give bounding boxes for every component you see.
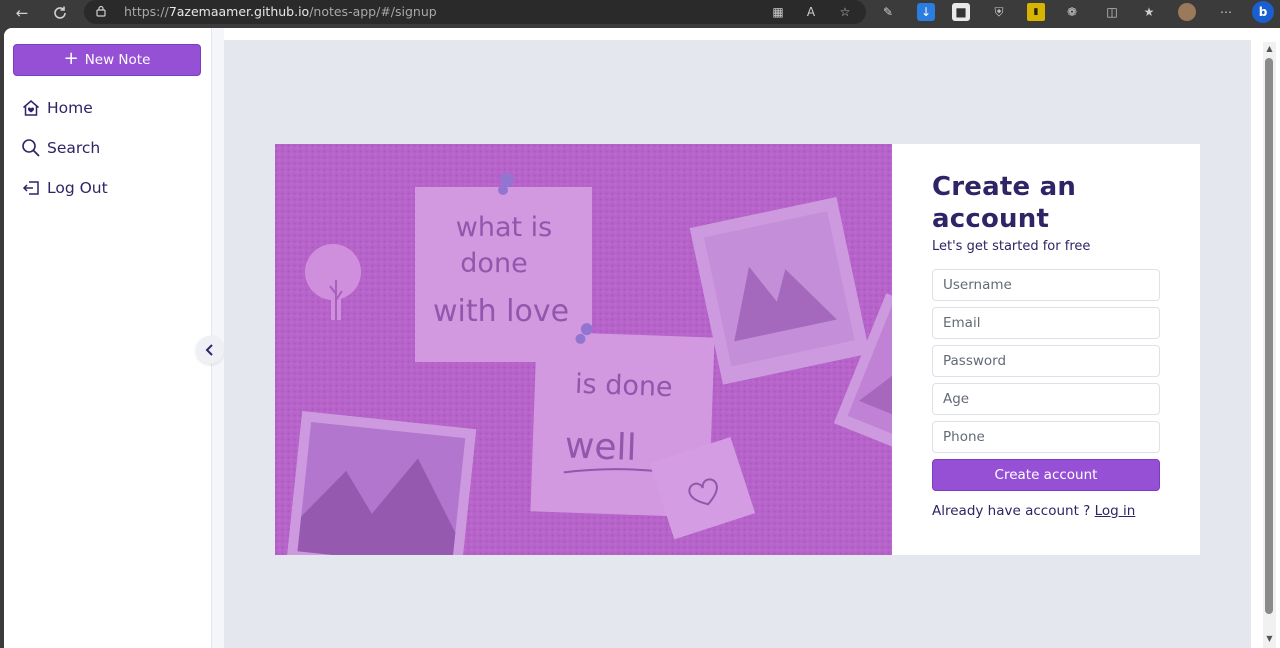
extension-icon-2[interactable]: ▮ [1027,3,1045,21]
extension-icon[interactable]: ■ [952,3,970,21]
scroll-up-icon[interactable]: ▲ [1264,44,1275,54]
sidebar-item-label: Home [47,99,93,117]
signup-card: what is done with love is done well Crea… [275,144,1200,555]
sidebar: + New Note Home Search Log Out [4,28,212,648]
main-content: what is done with love is done well Crea… [224,40,1251,648]
split-screen-icon[interactable]: ◫ [1103,3,1121,21]
favorite-icon[interactable]: ☆ [836,3,854,21]
sidebar-item-search[interactable]: Search [21,135,100,161]
browser-toolbar: ← https://7azemaamer.github.io/notes-app… [0,0,1280,25]
app-window: + New Note Home Search Log Out what is d… [4,28,1280,648]
address-bar[interactable]: https://7azemaamer.github.io/notes-app/#… [84,0,866,24]
login-prompt: Already have account ? Log in [932,503,1160,519]
login-prompt-text: Already have account ? [932,503,1091,519]
password-field[interactable] [932,345,1160,377]
profile-avatar[interactable] [1178,3,1196,21]
url-text: https://7azemaamer.github.io/notes-app/#… [124,4,437,19]
sidebar-item-label: Log Out [47,179,108,197]
extensions-icon[interactable]: ❁ [1063,3,1081,21]
plus-icon: + [63,48,79,69]
logout-icon [22,181,39,195]
home-icon [23,100,39,116]
shield-icon[interactable]: ⛨ [990,3,1008,21]
scrollbar-thumb[interactable] [1265,58,1273,614]
apps-icon[interactable]: ▦ [769,3,787,21]
bing-icon[interactable]: b [1252,1,1274,23]
hero-image: what is done with love is done well [275,144,892,555]
scrollbar[interactable]: ▲ ▼ [1263,42,1276,648]
download-icon[interactable]: ↓ [917,3,935,21]
email-field[interactable] [932,307,1160,339]
search-icon [22,139,40,157]
scroll-down-icon[interactable]: ▼ [1264,634,1275,644]
page-title: Create an account [932,172,1077,234]
back-icon[interactable]: ← [11,2,33,24]
sidebar-item-home[interactable]: Home [21,95,93,121]
refresh-icon[interactable] [49,2,71,24]
username-field[interactable] [932,269,1160,301]
new-note-label: New Note [84,52,151,68]
sidebar-item-label: Search [47,139,101,157]
signup-form: Create an account Let's get started for f… [932,144,1160,519]
more-icon[interactable]: ⋯ [1217,3,1235,21]
phone-field[interactable] [932,421,1160,453]
eyedropper-icon[interactable]: ✎ [879,3,897,21]
new-note-button[interactable]: + New Note [13,44,201,76]
collapse-sidebar-button[interactable] [196,336,224,364]
lock-icon [96,5,106,17]
login-link[interactable]: Log in [1095,503,1136,519]
subtitle: Let's get started for free [932,239,1091,254]
read-aloud-icon[interactable]: A [802,3,820,21]
create-account-button[interactable]: Create account [932,459,1160,491]
age-field[interactable] [932,383,1160,415]
sidebar-item-logout[interactable]: Log Out [21,175,108,201]
favorites-icon[interactable]: ★ [1140,3,1158,21]
chevron-left-icon [205,344,213,356]
